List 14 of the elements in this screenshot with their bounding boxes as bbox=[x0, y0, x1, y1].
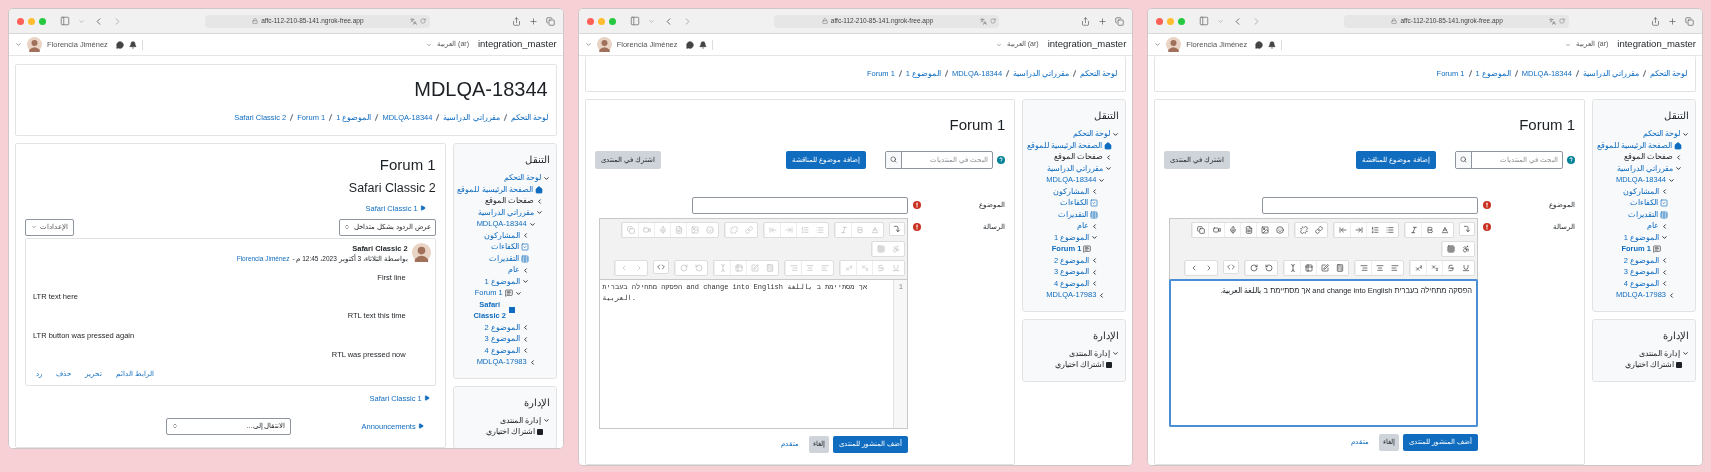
page-title: Forum 1 bbox=[948, 115, 1006, 136]
site-name[interactable]: integration_master bbox=[1617, 37, 1696, 52]
discussion-title: Safari Classic 2 bbox=[347, 179, 436, 197]
block-title: الإدارة bbox=[522, 395, 550, 410]
site-name[interactable]: integration_master bbox=[477, 37, 557, 52]
page-title: Forum 1 bbox=[1518, 115, 1575, 136]
block-title: الإدارة bbox=[1092, 328, 1120, 343]
block-title: التنقل bbox=[523, 153, 550, 168]
course-title: MDLQA-18344 bbox=[413, 77, 548, 102]
page-title: Forum 1 bbox=[378, 155, 436, 176]
block-title: التنقل bbox=[1093, 109, 1120, 124]
block-title: الإدارة bbox=[1662, 328, 1689, 343]
site-name[interactable]: integration_master bbox=[1047, 37, 1127, 52]
block-title: التنقل bbox=[1663, 109, 1689, 124]
